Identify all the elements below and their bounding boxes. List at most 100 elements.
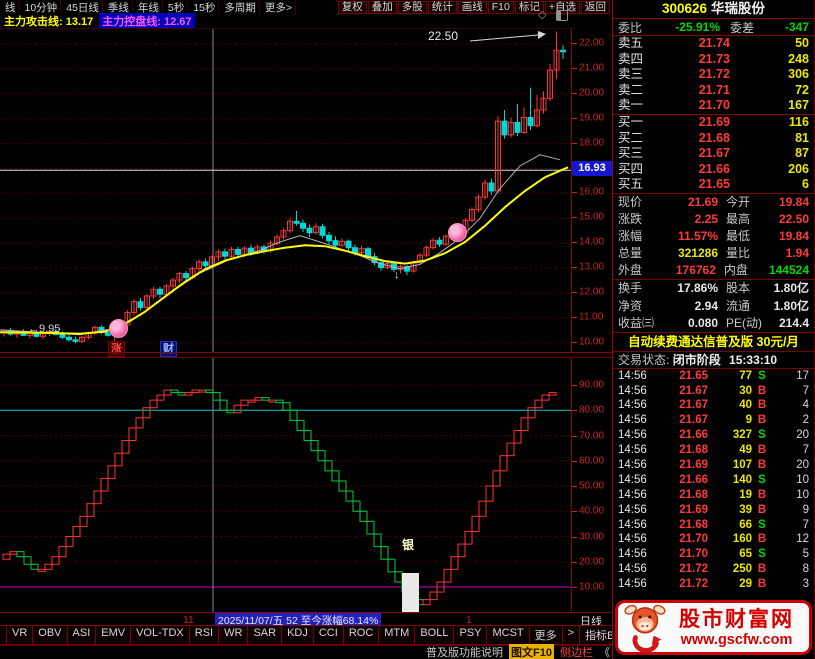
stat-row: 外盘176762内盘144524 xyxy=(613,262,814,279)
tick-direction: B xyxy=(752,458,772,473)
tick-price: 21.70 xyxy=(656,532,708,547)
tick-count: 12 xyxy=(772,532,809,547)
action-button-F10[interactable]: F10 xyxy=(488,1,514,14)
highlight-box xyxy=(402,573,419,613)
tick-time: 14:56 xyxy=(618,532,656,547)
gscfw-logo-banner[interactable]: 股市财富网 www.gscfw.com xyxy=(615,600,812,655)
indicator-tab-EMV[interactable]: EMV xyxy=(95,625,131,645)
indicator-tab->[interactable]: > xyxy=(562,625,580,645)
bid-row[interactable]: 买三21.6787 xyxy=(613,146,814,162)
ask-row[interactable]: 卖二21.7172 xyxy=(613,83,814,99)
axis-tick xyxy=(572,385,577,386)
tick-count: 20 xyxy=(772,458,809,473)
bid-label: 买三 xyxy=(618,146,652,162)
tick-volume: 40 xyxy=(708,398,752,413)
tick-time: 14:56 xyxy=(618,503,656,518)
tick-direction: S xyxy=(752,547,772,562)
tick-direction: B xyxy=(752,532,772,547)
bid-row[interactable]: 买一21.69116 xyxy=(613,115,814,131)
tick-direction: B xyxy=(752,398,772,413)
tick-price: 21.68 xyxy=(656,518,708,533)
indicator-tab-RSI[interactable]: RSI xyxy=(189,625,219,645)
signal-label: 银 xyxy=(402,536,414,553)
tick-direction: S xyxy=(752,473,772,488)
tick-price: 21.67 xyxy=(656,398,708,413)
tick-count: 10 xyxy=(772,488,809,503)
ask-row[interactable]: 卖三21.72306 xyxy=(613,67,814,83)
indicator-tab-VOL-TDX[interactable]: VOL-TDX xyxy=(130,625,190,645)
sidebar-link[interactable]: 侧边栏 xyxy=(560,644,593,659)
indicator-tab-CCI[interactable]: CCI xyxy=(313,625,344,645)
period-tab-15秒[interactable]: 15秒 xyxy=(190,0,219,15)
indicator-sub-chart[interactable]: 银 xyxy=(0,358,571,612)
weicha-label: 委差 xyxy=(720,19,772,36)
action-button-多股[interactable]: 多股 xyxy=(398,1,427,14)
indicator-tab-BOLL[interactable]: BOLL xyxy=(414,625,454,645)
indicator-tab-bar: VROBVASIEMVVOL-TDXRSIWRSARKDJCCIROCMTMBO… xyxy=(0,625,612,646)
indicator-tab-MTM[interactable]: MTM xyxy=(378,625,415,645)
bid-row[interactable]: 买二21.6881 xyxy=(613,131,814,147)
stat-value: 1.80亿 xyxy=(772,298,809,315)
help-link[interactable]: 普及版功能说明 xyxy=(426,644,503,659)
axis-label: 12.00 xyxy=(579,287,604,298)
tick-row: 14:5621.7065S5 xyxy=(613,547,814,562)
panel-toggle-icon[interactable] xyxy=(556,10,568,21)
period-tab-多周期[interactable]: 多周期 xyxy=(221,0,260,15)
period-tab-更多>[interactable]: 更多> xyxy=(262,0,296,15)
stat-value: 1.80亿 xyxy=(772,280,809,297)
bull-mascot-icon xyxy=(622,603,668,653)
indicator-axis: 90.0080.0070.0060.0050.0040.0030.0020.00… xyxy=(571,358,613,612)
indicator-tab-更多[interactable]: 更多 xyxy=(529,625,563,645)
stat-label: 内盘 xyxy=(716,262,769,279)
indicator-tab-PSY[interactable]: PSY xyxy=(453,625,487,645)
diamond-icon[interactable]: ◇ xyxy=(538,8,546,21)
tick-time: 14:56 xyxy=(618,398,656,413)
ask-row[interactable]: 卖五21.7450 xyxy=(613,36,814,52)
indicator-tab-ROC[interactable]: ROC xyxy=(343,625,379,645)
action-buttons: 复权叠加多股统计画线F10标记+自选返回 xyxy=(338,1,612,14)
bid-row[interactable]: 买四21.66206 xyxy=(613,162,814,178)
tick-direction: B xyxy=(752,562,772,577)
main-candle-chart[interactable]: 22.50 ←9.95 ↓ 涨 财 xyxy=(0,28,571,353)
indicator-tab-SAR[interactable]: SAR xyxy=(247,625,282,645)
indicator-tabs: VROBVASIEMVVOL-TDXRSIWRSARKDJCCIROCMTMBO… xyxy=(0,625,580,645)
stat-value: 1.94 xyxy=(772,245,809,262)
down-arrow-mark: ↓ xyxy=(394,269,400,281)
tick-direction: B xyxy=(752,413,772,428)
indicator-tab-WR[interactable]: WR xyxy=(218,625,248,645)
tick-volume: 327 xyxy=(708,428,752,443)
indicator-tab-OBV[interactable]: OBV xyxy=(32,625,67,645)
tag-zhang[interactable]: 涨 xyxy=(108,341,125,357)
indicator-tab-MCST[interactable]: MCST xyxy=(486,625,529,645)
tick-count: 2 xyxy=(772,413,809,428)
stat-label: 最高 xyxy=(718,211,772,228)
ask-row[interactable]: 卖一21.70167 xyxy=(613,98,814,114)
tick-direction: B xyxy=(752,503,772,518)
indicator-tab-KDJ[interactable]: KDJ xyxy=(281,625,314,645)
tick-count: 4 xyxy=(772,398,809,413)
tick-time: 14:56 xyxy=(618,562,656,577)
promo-banner[interactable]: 自动续费通达信普及版 30元/月 xyxy=(613,332,814,352)
action-button-复权[interactable]: 复权 xyxy=(338,1,367,14)
stat-label: 最低 xyxy=(718,228,772,245)
indicator-canvas xyxy=(0,358,571,612)
trade-status-row: 交易状态: 闭市阶段 15:33:10 xyxy=(613,352,814,369)
collapse-arrow-icon[interactable]: 《 xyxy=(599,644,610,659)
bid-row[interactable]: 买五21.656 xyxy=(613,177,814,193)
indicator-tab-ASI[interactable]: ASI xyxy=(67,625,97,645)
bid-label: 买四 xyxy=(618,162,652,178)
low-price-annotation: ←9.95 xyxy=(28,323,60,335)
tag-cai[interactable]: 财 xyxy=(160,341,177,357)
action-button-返回[interactable]: 返回 xyxy=(581,1,610,14)
ask-row[interactable]: 卖四21.73248 xyxy=(613,52,814,68)
f10-link[interactable]: 图文F10 xyxy=(509,644,554,659)
action-button-叠加[interactable]: 叠加 xyxy=(368,1,397,14)
stat-value: 2.94 xyxy=(662,298,718,315)
action-button-统计[interactable]: 统计 xyxy=(428,1,457,14)
axis-tick xyxy=(572,537,577,538)
action-button-画线[interactable]: 画线 xyxy=(458,1,487,14)
stat-label: 今开 xyxy=(718,194,772,211)
tick-volume: 250 xyxy=(708,562,752,577)
bid-price: 21.69 xyxy=(652,115,730,131)
indicator-tab-VR[interactable]: VR xyxy=(6,625,33,645)
